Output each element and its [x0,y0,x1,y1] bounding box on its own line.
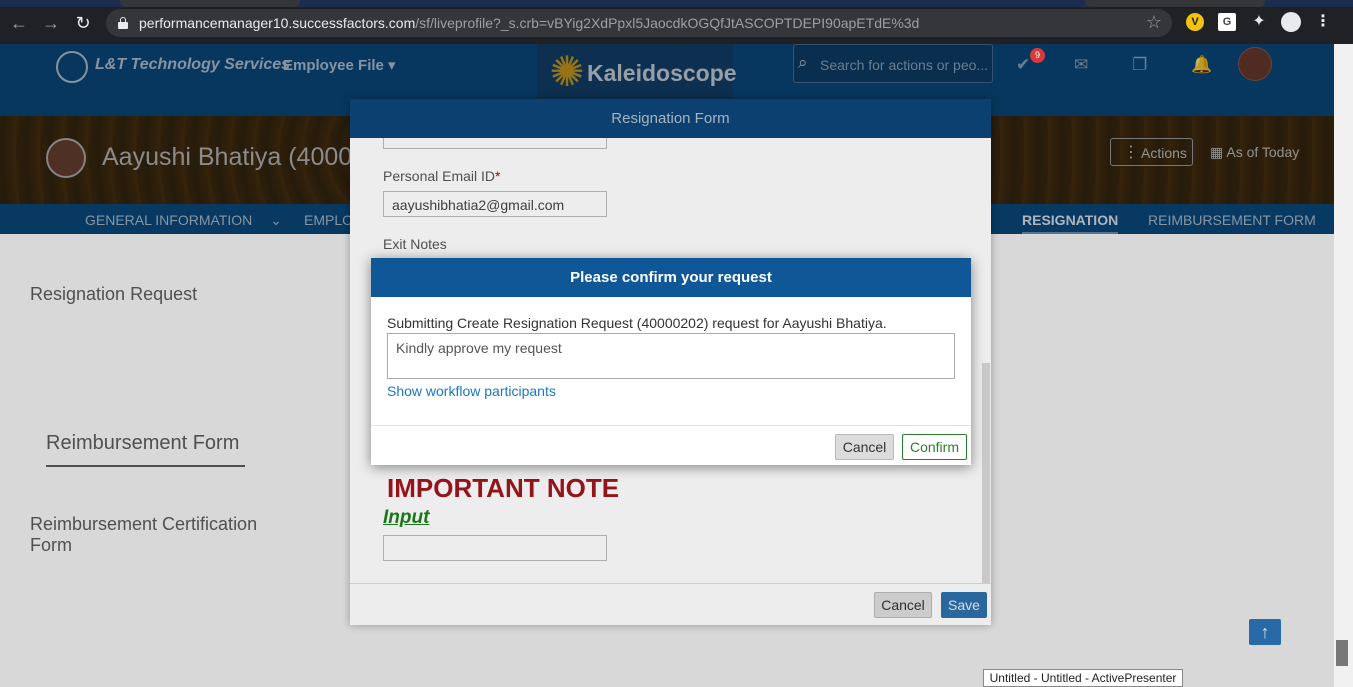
form-scrollbar[interactable] [982,363,990,583]
tab-strip [0,0,1353,7]
resignation-form-title: Resignation Form [350,99,991,138]
comment-textarea[interactable]: Kindly approve my request [387,333,955,379]
scrollbar-thumb[interactable] [1336,640,1348,666]
cancel-button[interactable]: Cancel [835,434,894,460]
browser-menu-icon[interactable]: ⋮ [1315,13,1331,31]
reload-icon[interactable]: ↻ [72,12,94,34]
personal-email-label: Personal Email ID* [383,168,501,184]
taskbar-tooltip: Untitled - Untitled - ActivePresenter [983,669,1183,687]
save-button[interactable]: Save [941,592,987,618]
show-workflow-participants-link[interactable]: Show workflow participants [387,383,556,399]
confirm-button[interactable]: Confirm [902,434,967,460]
exit-notes-label: Exit Notes [383,236,447,252]
browser-tab[interactable] [120,0,300,7]
important-note-heading: IMPORTANT NOTE [387,473,620,503]
page-scrollbar[interactable] [1334,44,1353,687]
extension-v-icon[interactable]: V [1186,13,1204,31]
bookmark-star-icon[interactable]: ☆ [1146,12,1162,33]
input-field[interactable] [383,535,607,561]
url-text: performancemanager10.successfactors.com/… [139,15,920,31]
personal-email-field[interactable]: aayushibhatia2@gmail.com [383,191,607,217]
address-bar[interactable]: performancemanager10.successfactors.com/… [106,9,1172,37]
confirm-dialog-footer: Cancel Confirm [371,425,971,465]
browser-profile-icon[interactable] [1281,12,1301,32]
extension-g-icon[interactable]: G [1218,13,1236,31]
todo-count-badge: 9 [1030,48,1045,63]
forward-icon[interactable]: → [40,12,62,34]
scroll-to-top-button[interactable]: ↑ [1249,619,1281,645]
browser-tab[interactable] [1085,0,1265,7]
browser-toolbar: ← → ↻ performancemanager10.successfactor… [0,0,1353,44]
confirm-message: Submitting Create Resignation Request (4… [387,315,887,331]
form-cancel-button[interactable]: Cancel [874,592,932,618]
confirm-dialog-title: Please confirm your request [371,258,971,297]
resignation-form-footer: Cancel Save [350,583,991,625]
arrow-up-icon: ↑ [1260,622,1270,642]
back-icon[interactable]: ← [8,12,30,34]
extensions-puzzle-icon[interactable]: ✦ [1250,13,1268,31]
previous-field[interactable] [383,138,607,149]
lock-icon [118,17,128,29]
confirm-dialog: Please confirm your request Submitting C… [371,258,971,465]
input-label: Input [383,507,430,528]
